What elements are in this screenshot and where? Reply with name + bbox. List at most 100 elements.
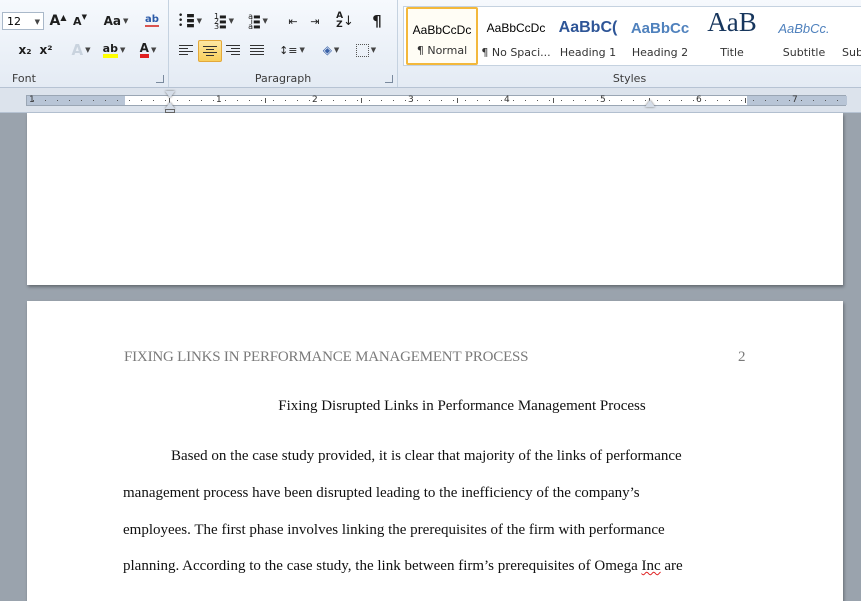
style-name: Subtitle [782, 46, 826, 59]
style-normal[interactable]: AaBbCcDc ¶ Normal [406, 7, 478, 65]
ruler-dot [741, 100, 742, 101]
ruler-dot [369, 100, 370, 101]
page-2[interactable]: FIXING LINKS IN PERFORMANCE MANAGEMENT P… [27, 301, 843, 601]
ruler-dot [537, 100, 538, 101]
decrease-indent-icon: ⇤ [288, 14, 298, 28]
ruler-dot [657, 100, 658, 101]
change-case-button[interactable]: Aa ▼ [101, 11, 131, 31]
ruler-dot [717, 100, 718, 101]
ruler-number: 7 [792, 95, 798, 105]
ruler-dot [33, 100, 34, 101]
ruler-dot [213, 100, 214, 101]
ribbon: 12 ▼ A ▲ A ▼ Aa ▼ ab x₂ x² A ▼ ab ▼ A ▼ Font [0, 0, 861, 88]
ruler-dot [321, 100, 322, 101]
ruler-dot [309, 100, 310, 101]
ruler-dot [105, 100, 106, 101]
style-heading-1[interactable]: AaBbC( Heading 1 [552, 7, 624, 65]
hanging-indent-marker[interactable] [165, 102, 175, 109]
align-center-button[interactable] [198, 40, 222, 62]
numbering-button[interactable]: 1▬ 2▬ 3▬ ▼ [209, 11, 239, 31]
style-heading-2[interactable]: AaBbCc Heading 2 [624, 7, 696, 65]
dialog-launcher-icon[interactable] [385, 75, 393, 83]
paragraph-line: planning. According to the case study, t… [123, 558, 683, 575]
ruler-dot [285, 100, 286, 101]
ruler-dot [777, 100, 778, 101]
multilevel-list-icon: a▬ i▬ a▬ [248, 11, 261, 31]
ruler-dot [729, 100, 730, 101]
chevron-down-icon[interactable]: ▼ [35, 13, 40, 31]
style-subtitle[interactable]: AaBbCc. Subtitle [768, 7, 840, 65]
shading-button[interactable]: ◈ ▼ [316, 40, 346, 60]
ruler-dot [453, 100, 454, 101]
multilevel-list-button[interactable]: a▬ i▬ a▬ ▼ [243, 11, 273, 31]
sort-button[interactable]: A Z ↓ [333, 11, 357, 31]
ruler-dot [825, 100, 826, 101]
align-right-button[interactable] [222, 40, 244, 60]
first-line-indent-marker[interactable] [165, 91, 175, 98]
superscript-button[interactable]: x² [37, 40, 55, 60]
running-head: FIXING LINKS IN PERFORMANCE MANAGEMENT P… [124, 349, 529, 365]
align-left-icon [179, 43, 193, 57]
line-spacing-button[interactable]: ↕≡ ▼ [277, 40, 307, 60]
ruler-dot [333, 100, 334, 101]
shrink-font-button[interactable]: A ▼ [70, 11, 90, 31]
decrease-indent-button[interactable]: ⇤ [283, 11, 303, 31]
superscript-icon: x² [39, 43, 53, 57]
ruler-dot [621, 100, 622, 101]
increase-indent-button[interactable]: ⇥ [305, 11, 325, 31]
ruler-dot [393, 100, 394, 101]
paragraph-line: management process have been disrupted l… [123, 485, 640, 501]
style-name: Sub [842, 46, 861, 59]
right-indent-marker[interactable] [645, 100, 655, 107]
ruler-number: 3 [408, 95, 414, 105]
ruler-dot [249, 100, 250, 101]
ruler-number: 5 [600, 95, 606, 105]
align-center-icon [203, 44, 217, 58]
ruler-dot [417, 100, 418, 101]
subscript-icon: x₂ [18, 43, 32, 57]
align-left-button[interactable] [175, 40, 197, 60]
ruler-dot [441, 100, 442, 101]
borders-button[interactable]: ▼ [351, 40, 381, 60]
page-1[interactable] [27, 113, 843, 285]
bullets-button[interactable]: • ▬ • ▬ • ▬ ▼ [175, 11, 205, 31]
document-title: Fixing Disrupted Links in Performance Ma… [278, 398, 646, 414]
font-size-combo[interactable]: 12 ▼ [2, 12, 44, 30]
subscript-button[interactable]: x₂ [16, 40, 34, 60]
ruler-dot [465, 100, 466, 101]
ruler-dot [261, 100, 262, 101]
style-sample: AaBbCcDc [486, 21, 546, 35]
shrink-font-icon: A [73, 14, 82, 28]
ruler-number: 4 [504, 95, 510, 105]
justify-button[interactable] [246, 40, 268, 60]
spelling-flag[interactable]: Inc [641, 558, 660, 574]
highlight-icon: ab [102, 43, 118, 58]
ruler-dot [561, 100, 562, 101]
font-color-button[interactable]: A ▼ [133, 40, 163, 60]
justify-icon [250, 43, 264, 57]
line-spacing-icon: ↕≡ [279, 43, 298, 57]
style-title[interactable]: AaB Title [696, 7, 768, 65]
text-effects-button[interactable]: A ▼ [66, 40, 96, 60]
highlight-button[interactable]: ab ▼ [98, 40, 130, 60]
ruler-dot [129, 100, 130, 101]
ruler-left-margin [27, 96, 125, 105]
style-no-spacing[interactable]: AaBbCcDc ¶ No Spaci... [480, 7, 552, 65]
grow-font-button[interactable]: A ▲ [48, 11, 68, 31]
style-name: Heading 2 [631, 46, 689, 59]
clear-formatting-icon: ab [145, 14, 159, 27]
change-case-icon: Aa [103, 14, 121, 28]
ruler-dot [81, 100, 82, 101]
clear-formatting-button[interactable]: ab [142, 11, 162, 31]
ruler-dot [153, 100, 154, 101]
ruler-dot [405, 100, 406, 101]
ruler-number: 2 [312, 95, 318, 105]
show-marks-button[interactable]: ¶ [367, 11, 387, 31]
style-subtle-emphasis[interactable]: Sub [840, 7, 861, 65]
style-name: ¶ No Spaci... [481, 46, 551, 59]
ruler-dot [45, 100, 46, 101]
dialog-launcher-icon[interactable] [156, 75, 164, 83]
horizontal-ruler[interactable]: 1 1 2 3 4 5 6 7 [0, 88, 861, 113]
font-group-label: Font [12, 72, 36, 85]
style-name: Title [720, 46, 744, 59]
